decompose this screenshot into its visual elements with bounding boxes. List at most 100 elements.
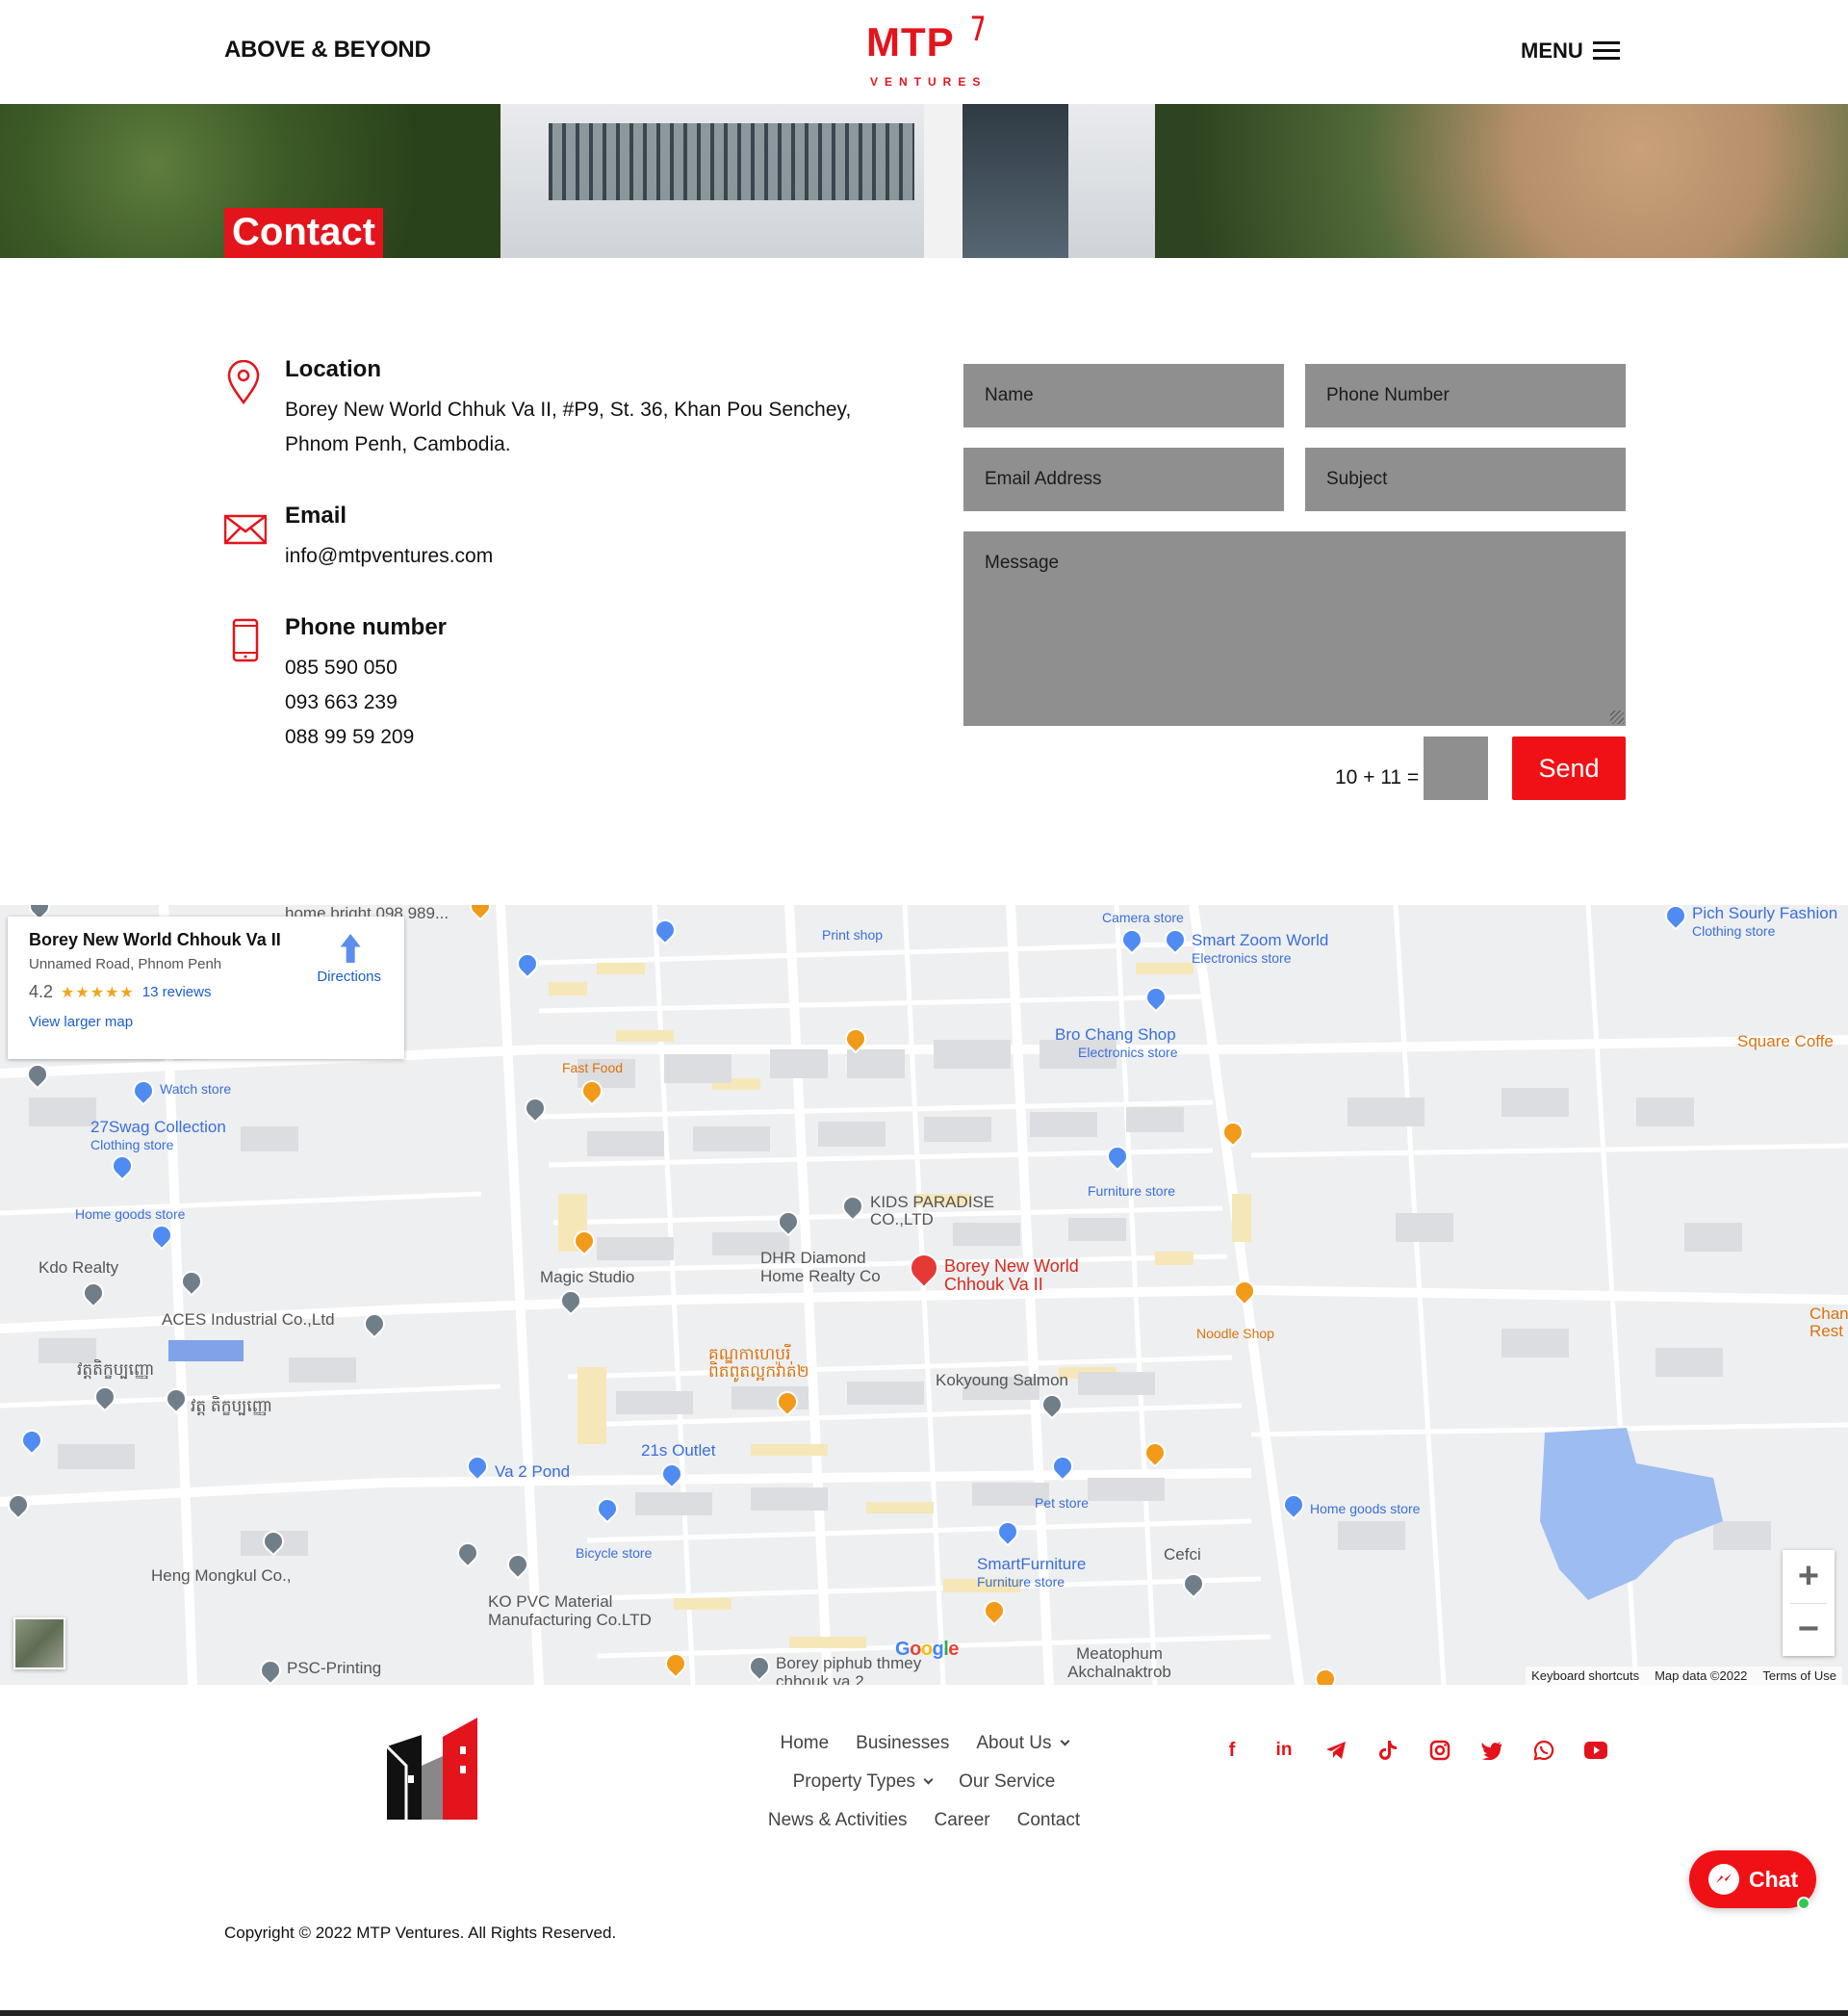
map-label: Electronics store: [1192, 950, 1292, 966]
google-logo: Google: [895, 1639, 959, 1660]
map-label: Kokyoung Salmon: [936, 1371, 1068, 1389]
directions-icon: [340, 934, 361, 963]
map-label: Clothing store: [1692, 923, 1776, 939]
twitter-icon[interactable]: [1480, 1739, 1503, 1762]
map-label: វត្តតិក្ខប្បញ្ញោ: [77, 1360, 155, 1379]
footer-link-news[interactable]: News & Activities: [768, 1810, 908, 1831]
captcha-question: 10 + 11 =: [1335, 766, 1420, 788]
menu-button[interactable]: MENU: [1521, 39, 1620, 64]
rating-stars-icon: ★★★★★: [61, 984, 135, 1001]
map-data-label: Map data ©2022: [1655, 1668, 1748, 1683]
location-line-2: Phnom Penh, Cambodia.: [285, 433, 511, 455]
name-field[interactable]: Name: [963, 364, 1284, 427]
map-label: Meatophum Akchalnaktrob: [1067, 1644, 1171, 1681]
map-label: Square Coffe: [1737, 1032, 1834, 1050]
footer-navigation: Home Businesses About Us Property Types …: [751, 1733, 1097, 1848]
chat-label: Chat: [1749, 1866, 1799, 1892]
keyboard-shortcuts-link[interactable]: Keyboard shortcuts: [1531, 1668, 1639, 1683]
site-tagline: ABOVE & BEYOND: [224, 37, 431, 63]
hamburger-icon: [1592, 41, 1620, 61]
place-info-card: Borey New World Chhouk Va II Unnamed Roa…: [8, 917, 404, 1059]
map-label: Watch store: [160, 1081, 232, 1097]
reviews-link[interactable]: 13 reviews: [142, 984, 212, 1000]
zoom-out-button[interactable]: −: [1783, 1604, 1835, 1657]
email-address-field[interactable]: Email Address: [963, 448, 1284, 511]
map-label: Print shop: [822, 927, 884, 943]
online-status-icon: [1797, 1897, 1810, 1910]
footer-link-home[interactable]: Home: [780, 1733, 829, 1754]
message-placeholder: Message: [985, 553, 1060, 573]
map-label: Va 2 Pond: [495, 1462, 571, 1481]
youtube-icon[interactable]: [1584, 1739, 1607, 1762]
site-header: ABOVE & BEYOND MTP VENTURES MENU: [0, 0, 1848, 104]
phone-number-2[interactable]: 093 663 239: [285, 685, 447, 720]
linkedin-icon[interactable]: in: [1272, 1739, 1296, 1762]
map-label: 27Swag Collection: [90, 1118, 226, 1136]
map-attribution: Keyboard shortcuts Map data ©2022 Terms …: [1526, 1667, 1842, 1685]
map-label: Cefci: [1164, 1545, 1201, 1564]
facebook-icon[interactable]: f: [1220, 1739, 1244, 1762]
phone-number-field[interactable]: Phone Number: [1305, 364, 1626, 427]
location-line-1: Borey New World Chhuk Va II, #P9, St. 36…: [285, 399, 852, 421]
page-title: Contact: [224, 208, 383, 258]
map-label: Noodle Shop: [1196, 1326, 1274, 1341]
map-label: Clothing store: [90, 1137, 174, 1152]
directions-label: Directions: [317, 969, 381, 985]
tiktok-icon[interactable]: [1376, 1739, 1399, 1762]
hero-door: [962, 104, 1068, 258]
terms-of-use-link[interactable]: Terms of Use: [1762, 1668, 1836, 1683]
footer-link-our-service[interactable]: Our Service: [959, 1771, 1055, 1793]
map-label: SmartFurniture: [977, 1555, 1087, 1573]
google-map[interactable]: home bright 098 989... Print shop Camera…: [0, 905, 1848, 1685]
menu-label: MENU: [1521, 39, 1583, 63]
map-label: Magic Studio: [540, 1268, 635, 1286]
location-pin-icon: [227, 360, 260, 404]
messenger-icon: [1708, 1864, 1739, 1895]
footer-link-contact[interactable]: Contact: [1017, 1810, 1080, 1831]
map-label: Furniture store: [1088, 1183, 1176, 1199]
chevron-down-icon: [923, 1774, 934, 1785]
footer-link-career[interactable]: Career: [935, 1810, 990, 1831]
logo-text: MTP: [866, 19, 955, 65]
resize-handle-icon[interactable]: [1610, 711, 1624, 724]
phone-number-3[interactable]: 088 99 59 209: [285, 720, 447, 755]
location-block: Location Borey New World Chhuk Va II, #P…: [224, 356, 851, 462]
email-block: Email info@mtpventures.com: [224, 503, 493, 574]
satellite-toggle[interactable]: [13, 1617, 65, 1669]
map-label: Kdo Realty: [38, 1258, 119, 1277]
location-heading: Location: [285, 356, 381, 382]
map-label: Camera store: [1102, 910, 1184, 925]
map-label: DHR Diamond Home Realty Co: [760, 1249, 881, 1285]
footer-logo-icon[interactable]: [385, 1718, 479, 1820]
phone-number-1[interactable]: 085 590 050: [285, 651, 447, 685]
chat-button[interactable]: Chat: [1689, 1850, 1816, 1910]
subject-field[interactable]: Subject: [1305, 448, 1626, 511]
rating-value: 4.2: [29, 982, 54, 1001]
about-us-label: About Us: [976, 1733, 1052, 1753]
instagram-icon[interactable]: [1428, 1739, 1451, 1762]
view-larger-map-link[interactable]: View larger map: [29, 1014, 383, 1030]
send-button[interactable]: Send: [1512, 737, 1626, 800]
map-label: Home goods store: [75, 1206, 186, 1222]
email-value[interactable]: info@mtpventures.com: [285, 539, 493, 574]
email-heading: Email: [285, 503, 347, 529]
hero-trees-right: [1155, 104, 1848, 258]
map-label: Fast Food: [562, 1060, 624, 1075]
message-textarea[interactable]: Message: [963, 531, 1626, 726]
footer-link-property-types[interactable]: Property Types: [793, 1771, 934, 1793]
whatsapp-icon[interactable]: [1532, 1739, 1555, 1762]
footer-link-businesses[interactable]: Businesses: [856, 1733, 949, 1754]
footer-link-about-us[interactable]: About Us: [976, 1733, 1069, 1754]
telegram-icon[interactable]: [1324, 1739, 1348, 1762]
map-label: Electronics store: [1078, 1045, 1178, 1060]
map-label: Pet store: [1035, 1495, 1090, 1511]
mobile-phone-icon: [232, 618, 259, 662]
map-label-selected: Borey New World Chhouk Va II: [944, 1256, 1079, 1294]
captcha-answer-input[interactable]: [1424, 737, 1488, 800]
map-label: PSC-Printing: [287, 1659, 382, 1677]
zoom-in-button[interactable]: +: [1783, 1550, 1835, 1603]
map-label: Smart Zoom World: [1192, 931, 1329, 949]
map-label: Home goods store: [1310, 1501, 1421, 1516]
site-logo[interactable]: MTP VENTURES: [866, 13, 986, 90]
directions-button[interactable]: Directions: [317, 934, 381, 985]
